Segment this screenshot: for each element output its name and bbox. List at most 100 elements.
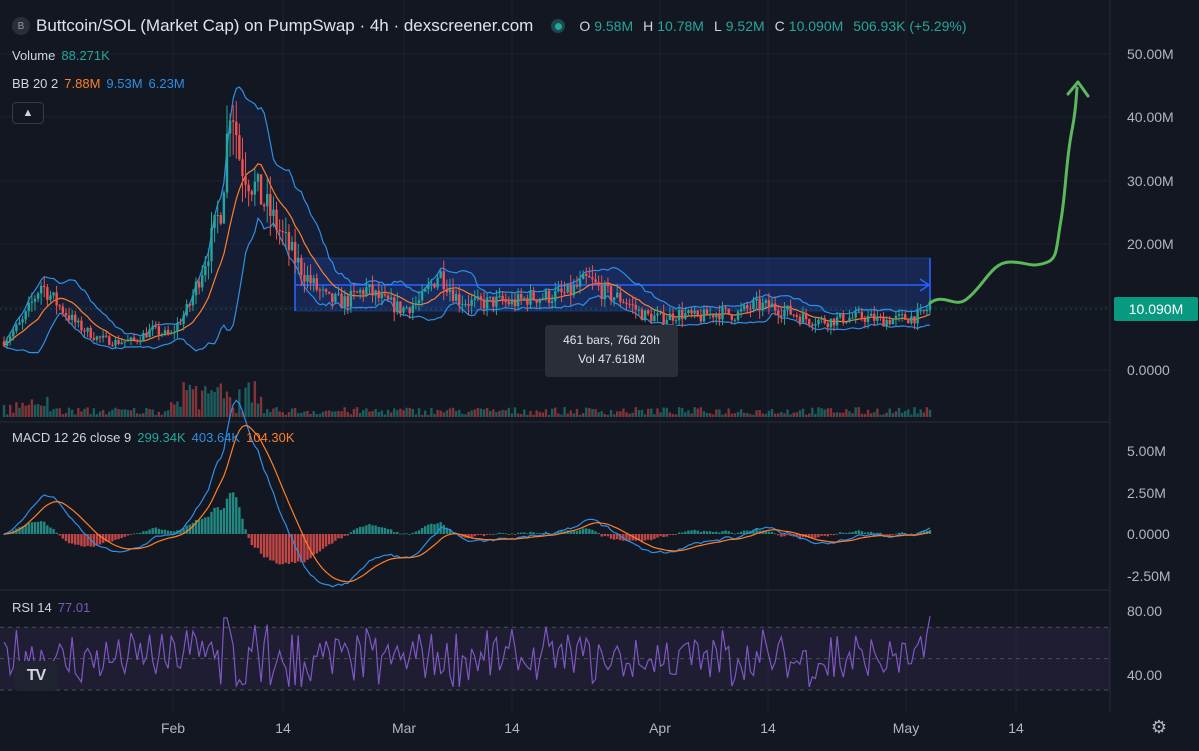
volume-bar	[117, 409, 120, 417]
macd-hist-bar	[777, 534, 780, 536]
volume-bar	[383, 414, 387, 417]
candle-body	[33, 298, 37, 302]
volume-bar	[857, 407, 860, 417]
bb-legend[interactable]: BB 20 2 7.88M 9.53M 6.23M	[12, 76, 185, 91]
volume-bar	[269, 412, 272, 417]
range-tooltip: 461 bars, 76d 20h Vol 47.618M	[545, 325, 678, 377]
macd-axis-label: 2.50M	[1127, 485, 1166, 501]
volume-bar	[24, 405, 27, 417]
macd-hist-bar	[405, 533, 408, 535]
volume-bar	[8, 404, 12, 417]
candle-body	[228, 120, 232, 134]
macd-hist-bar	[780, 534, 783, 537]
macd-value: 403.64K	[191, 430, 241, 445]
candle-body	[569, 284, 572, 296]
candle-body	[160, 334, 164, 336]
macd-hist-bar	[529, 531, 532, 534]
volume-bar	[135, 413, 139, 417]
candle-body	[742, 305, 746, 310]
volume-bars	[2, 381, 932, 417]
macd-hist-bar	[284, 534, 288, 563]
candle-body	[544, 290, 548, 299]
macd-hist-bar	[894, 533, 898, 535]
collapse-legend-button[interactable]: ▲	[12, 102, 44, 124]
symbol-badge[interactable]: B	[12, 17, 30, 35]
candle-body	[591, 277, 594, 280]
candle-body	[467, 303, 470, 306]
candle-body	[492, 296, 495, 307]
volume-bar	[105, 414, 108, 417]
candle-body	[677, 309, 681, 321]
volume-bar	[148, 409, 151, 417]
volume-bar	[600, 411, 603, 417]
macd-hist-value: 299.34K	[137, 430, 186, 445]
candle-body	[690, 310, 693, 314]
candle-body	[225, 133, 229, 193]
candle-body	[585, 273, 588, 276]
chart-title[interactable]: Buttcoin/SOL (Market Cap) on PumpSwap · …	[36, 16, 533, 36]
volume-bar	[798, 410, 802, 417]
volume-bar	[789, 414, 792, 417]
volume-bar	[120, 409, 123, 417]
candle-body	[179, 323, 182, 325]
volume-bar	[436, 409, 439, 417]
volume-bar	[476, 407, 480, 417]
volume-bar	[89, 413, 92, 417]
macd-hist-bar	[377, 526, 380, 534]
volume-bar	[151, 409, 154, 417]
volume-bar	[185, 390, 188, 417]
macd-legend[interactable]: MACD 12 26 close 9 299.34K 403.64K 104.3…	[12, 430, 295, 445]
macd-hist-bar	[139, 532, 142, 534]
macd-axis-label: 0.0000	[1127, 526, 1170, 542]
volume-bar	[197, 409, 201, 417]
volume-bar	[442, 412, 445, 417]
close-key: C	[774, 18, 785, 34]
volume-bar	[43, 405, 46, 417]
volume-bar	[389, 412, 393, 417]
volume-bar	[619, 411, 622, 417]
candle-body	[904, 314, 907, 320]
macd-hist-bar	[606, 534, 610, 537]
candle-body	[355, 291, 359, 293]
rsi-legend[interactable]: RSI 14 77.01	[12, 600, 90, 615]
volume-bar	[677, 407, 681, 417]
candle-body	[767, 300, 771, 308]
tradingview-logo[interactable]: TV	[14, 661, 58, 691]
macd-hist-bar	[272, 534, 275, 561]
volume-bar	[371, 411, 374, 417]
candle-body	[699, 315, 703, 322]
macd-hist-bar	[510, 533, 514, 535]
candle-body	[213, 215, 216, 228]
macd-hist-bar	[523, 532, 526, 534]
macd-hist-bar	[201, 518, 204, 534]
candle-body	[417, 300, 421, 304]
volume-bar	[591, 409, 594, 417]
volume-bar	[665, 407, 668, 417]
candle-body	[668, 313, 672, 321]
candle-body	[362, 290, 365, 295]
candle-body	[705, 309, 709, 316]
volume-bar	[343, 407, 346, 417]
macd-hist-bar	[677, 532, 681, 534]
volume-bar	[259, 396, 263, 417]
macd-hist-bar	[507, 534, 511, 535]
volume-bar	[188, 384, 192, 417]
volume-bar	[820, 408, 823, 417]
volume-legend[interactable]: Volume 88.271K	[12, 48, 110, 63]
projection-drawing[interactable]	[928, 80, 1090, 305]
candle-body	[516, 294, 520, 307]
macd-hist-bar	[154, 527, 157, 534]
candle-body	[389, 297, 393, 300]
macd-hist-bar	[77, 534, 80, 545]
volume-bar	[489, 411, 492, 417]
gear-icon[interactable]: ⚙	[1148, 716, 1170, 738]
candle-body	[442, 271, 445, 290]
candle-body	[451, 289, 455, 301]
macd-hist-bar	[702, 530, 706, 534]
volume-bar	[101, 409, 105, 417]
candle-body	[414, 303, 418, 306]
volume-bar	[154, 414, 157, 417]
volume-bar	[646, 408, 650, 417]
volume-bar	[349, 414, 353, 417]
candle-body	[272, 209, 275, 216]
